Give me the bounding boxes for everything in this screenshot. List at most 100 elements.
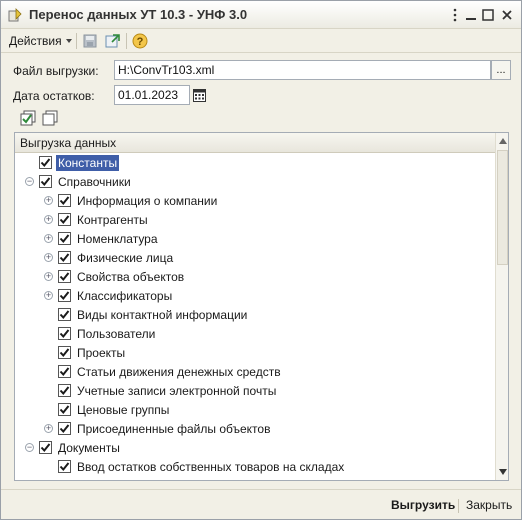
- tree-row-checkbox[interactable]: [58, 308, 71, 321]
- help-icon: ?: [132, 33, 148, 49]
- open-settings-icon: [105, 34, 120, 48]
- tree-row[interactable]: Виды контактной информации: [15, 306, 495, 325]
- tree-row[interactable]: Учетные записи электронной почты: [15, 382, 495, 401]
- file-path-input[interactable]: [114, 60, 491, 80]
- tree-row-checkbox[interactable]: [58, 422, 71, 435]
- expand-icon[interactable]: +: [44, 272, 53, 281]
- collapse-icon[interactable]: −: [25, 177, 34, 186]
- ellipsis-label: ...: [496, 64, 506, 76]
- tree-vertical-scrollbar[interactable]: [495, 133, 508, 480]
- actions-menu-button[interactable]: Действия: [5, 32, 76, 50]
- save-settings-button[interactable]: [81, 32, 99, 50]
- file-label: Файл выгрузки:: [13, 64, 99, 78]
- tree-row[interactable]: Константы: [15, 154, 495, 173]
- tree-row-label: Виды контактной информации: [77, 308, 248, 322]
- export-tree-panel: Выгрузка данных Константы − Справочники + Ин…: [14, 132, 509, 481]
- app-icon: [8, 8, 22, 22]
- tree-row[interactable]: + Физические лица: [15, 249, 495, 268]
- collapse-icon[interactable]: −: [25, 443, 34, 452]
- check-all-icon[interactable]: [19, 110, 37, 128]
- window-title: Перенос данных УТ 10.3 - УНФ 3.0: [29, 7, 248, 22]
- tree-row-checkbox[interactable]: [58, 251, 71, 264]
- checkmark-icon: [59, 272, 70, 282]
- tree-row-label: Свойства объектов: [77, 270, 185, 284]
- tree-row[interactable]: − Документы: [15, 439, 495, 458]
- expand-icon[interactable]: +: [44, 424, 53, 433]
- expand-icon[interactable]: +: [44, 234, 53, 243]
- tree-row-checkbox[interactable]: [58, 384, 71, 397]
- tree-row-checkbox[interactable]: [58, 232, 71, 245]
- expand-icon[interactable]: +: [44, 215, 53, 224]
- tree-row-checkbox[interactable]: [58, 213, 71, 226]
- tree-row[interactable]: + Контрагенты: [15, 211, 495, 230]
- export-tree: Константы − Справочники + Информация о компа…: [15, 153, 495, 480]
- checkmark-icon: [59, 329, 70, 339]
- tree-row[interactable]: Ценовые группы: [15, 401, 495, 420]
- actions-menu-label: Действия: [9, 34, 62, 48]
- checkmark-icon: [59, 348, 70, 358]
- calendar-button[interactable]: [191, 86, 207, 104]
- restore-settings-button[interactable]: [104, 32, 122, 50]
- tree-row-label: Ценовые группы: [77, 403, 170, 417]
- close-button[interactable]: [497, 5, 517, 25]
- tree-row[interactable]: + Присоединенные файлы объектов: [15, 420, 495, 439]
- tree-row[interactable]: + Классификаторы: [15, 287, 495, 306]
- tree-row-checkbox[interactable]: [58, 403, 71, 416]
- tree-row-label: Присоединенные файлы объектов: [77, 422, 271, 436]
- close-icon: [502, 10, 512, 20]
- tree-row-label: Статьи движения денежных средств: [77, 365, 281, 379]
- svg-text:?: ?: [137, 36, 144, 48]
- tree-row-checkbox[interactable]: [58, 194, 71, 207]
- scroll-down-button[interactable]: [496, 464, 509, 480]
- toolbar-separator: [76, 33, 77, 49]
- uncheck-all-icon[interactable]: [41, 110, 59, 128]
- tree-row-checkbox[interactable]: [58, 346, 71, 359]
- tree-header-label: Выгрузка данных: [20, 136, 117, 150]
- more-vertical-icon: [453, 8, 457, 22]
- tree-row-checkbox[interactable]: [58, 289, 71, 302]
- tree-row[interactable]: − Справочники: [15, 173, 495, 192]
- triangle-down-icon: [498, 469, 507, 475]
- checkmark-icon: [59, 291, 70, 301]
- checkmark-icon: [59, 196, 70, 206]
- scroll-up-button[interactable]: [496, 133, 509, 149]
- toolbar-separator: [126, 33, 127, 49]
- tree-row[interactable]: Проекты: [15, 344, 495, 363]
- tree-row-checkbox[interactable]: [58, 270, 71, 283]
- tree-row[interactable]: Пользователи: [15, 325, 495, 344]
- tree-row[interactable]: + Свойства объектов: [15, 268, 495, 287]
- maximize-icon: [482, 9, 494, 21]
- date-input[interactable]: [114, 85, 190, 105]
- help-button[interactable]: ?: [131, 32, 149, 50]
- footer-separator: [458, 499, 459, 513]
- tree-row-label: Номенклатура: [77, 232, 158, 246]
- expand-icon[interactable]: +: [44, 253, 53, 262]
- checkmark-icon: [59, 386, 70, 396]
- tree-row-checkbox[interactable]: [58, 460, 71, 473]
- checkmark-icon: [40, 158, 51, 168]
- minimize-icon: [466, 18, 476, 20]
- expand-icon[interactable]: +: [44, 196, 53, 205]
- close-dialog-button[interactable]: Закрыть: [466, 498, 512, 512]
- title-bar: Перенос данных УТ 10.3 - УНФ 3.0: [1, 1, 521, 29]
- scroll-thumb[interactable]: [497, 150, 508, 265]
- expand-icon[interactable]: +: [44, 291, 53, 300]
- tree-row[interactable]: Ввод остатков собственных товаров на скл…: [15, 458, 495, 477]
- tree-row-checkbox[interactable]: [39, 156, 52, 169]
- tree-row-checkbox[interactable]: [39, 175, 52, 188]
- tree-row-checkbox[interactable]: [58, 365, 71, 378]
- tree-row-checkbox[interactable]: [58, 327, 71, 340]
- tree-row[interactable]: + Номенклатура: [15, 230, 495, 249]
- file-select-button[interactable]: ...: [491, 60, 511, 80]
- tree-row[interactable]: Статьи движения денежных средств: [15, 363, 495, 382]
- date-label: Дата остатков:: [13, 89, 95, 103]
- dialog-footer: Выгрузить Закрыть: [1, 489, 521, 519]
- maximize-button[interactable]: [478, 5, 498, 25]
- tree-row-label: Справочники: [58, 175, 131, 189]
- checkmark-icon: [59, 310, 70, 320]
- tree-row-label: Информация о компании: [77, 194, 218, 208]
- export-button[interactable]: Выгрузить: [391, 498, 455, 512]
- tree-row[interactable]: + Информация о компании: [15, 192, 495, 211]
- tree-row-label: Контрагенты: [77, 213, 148, 227]
- tree-row-checkbox[interactable]: [39, 441, 52, 454]
